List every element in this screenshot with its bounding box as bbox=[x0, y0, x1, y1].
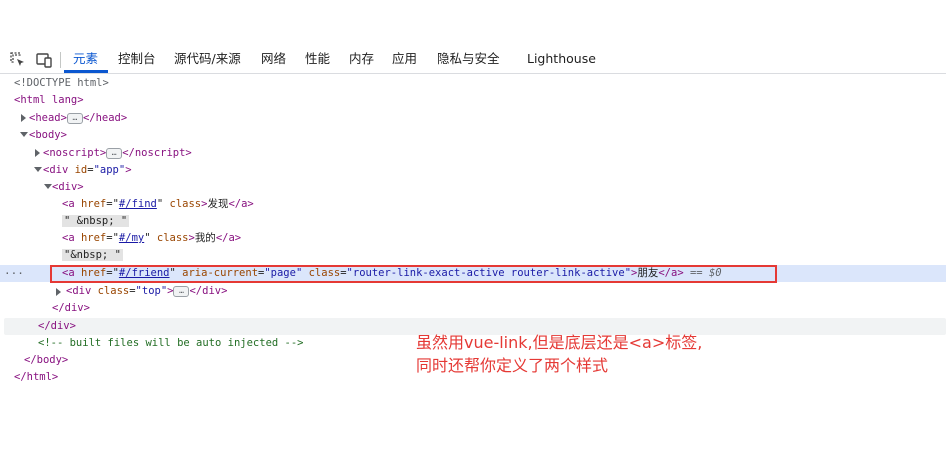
annotation-line-1: 虽然用vue-link,但是底层还是<a>标签, bbox=[416, 333, 703, 352]
collapsed-content-icon[interactable]: … bbox=[106, 147, 123, 159]
active-tab-indicator bbox=[64, 70, 108, 73]
expand-div-top-icon[interactable] bbox=[56, 288, 61, 296]
noscript-node[interactable]: <noscript>… </noscript> bbox=[43, 145, 192, 162]
tab-application[interactable]: 应用 bbox=[392, 46, 417, 72]
head-close-tag: </head> bbox=[82, 112, 128, 124]
tab-elements[interactable]: 元素 bbox=[73, 46, 98, 72]
annotation-line-2: 同时还帮你定义了两个样式 bbox=[416, 356, 609, 375]
nbsp-text-2: "&nbsp; " bbox=[62, 249, 123, 261]
div-app-attr: id bbox=[74, 164, 88, 176]
device-toolbar-icon[interactable] bbox=[35, 51, 53, 69]
div-top-node[interactable]: <div class="top">… </div> bbox=[66, 283, 227, 300]
doctype-node[interactable]: <!DOCTYPE html> bbox=[14, 75, 109, 92]
nbsp-text-node-2[interactable]: "&nbsp; " bbox=[62, 247, 123, 264]
tab-lighthouse[interactable]: Lighthouse bbox=[527, 46, 596, 72]
tab-memory[interactable]: 内存 bbox=[349, 46, 374, 72]
a-my-node[interactable]: <a href="#/my" class>我的</a> bbox=[62, 230, 241, 247]
div-close-node[interactable]: </div> bbox=[52, 300, 90, 317]
noscript-open-tag: <noscript> bbox=[43, 147, 107, 159]
annotation-note: 虽然用vue-link,但是底层还是<a>标签, 同时还帮你定义了两个样式 bbox=[416, 331, 776, 377]
top-blank-area bbox=[0, 0, 946, 46]
div-node[interactable]: <div> bbox=[52, 179, 84, 196]
collapse-body-icon[interactable] bbox=[20, 132, 28, 137]
a-my-href[interactable]: #/my bbox=[119, 232, 144, 244]
a-find-node[interactable]: <a href="#/find" class>发现</a> bbox=[62, 196, 254, 213]
div-app-close-node[interactable]: </div> bbox=[38, 318, 76, 335]
row-menu-ellipsis[interactable]: ··· bbox=[4, 265, 24, 282]
html-close-node[interactable]: </html> bbox=[14, 369, 58, 386]
collapse-div-icon[interactable] bbox=[44, 184, 52, 189]
highlight-box bbox=[50, 265, 777, 283]
nbsp-text: " &nbsp; " bbox=[62, 215, 130, 227]
html-node[interactable]: <html lang> bbox=[14, 92, 84, 109]
noscript-close-tag: </noscript> bbox=[122, 147, 192, 159]
devtools-toolbar: 元素 控制台 源代码/来源 网络 性能 内存 应用 隐私与安全 Lighthou… bbox=[0, 46, 946, 74]
tab-console[interactable]: 控制台 bbox=[118, 46, 156, 72]
div-app-val: "app" bbox=[93, 164, 126, 176]
collapsed-content-icon[interactable]: … bbox=[173, 285, 190, 297]
body-node[interactable]: <body> bbox=[29, 127, 67, 144]
tab-sources[interactable]: 源代码/来源 bbox=[174, 46, 241, 72]
a-find-href[interactable]: #/find bbox=[119, 198, 157, 210]
body-close-node[interactable]: </body> bbox=[24, 352, 68, 369]
nbsp-text-node[interactable]: " &nbsp; " bbox=[62, 213, 130, 230]
div-app-tag: <div bbox=[43, 164, 75, 176]
a-my-text: 我的 bbox=[194, 232, 216, 244]
div-app-node[interactable]: <div id="app"> bbox=[43, 162, 132, 179]
tab-privacy-security[interactable]: 隐私与安全 bbox=[437, 46, 500, 72]
collapsed-content-icon[interactable]: … bbox=[66, 112, 83, 124]
a-find-text: 发现 bbox=[207, 198, 229, 210]
tab-performance[interactable]: 性能 bbox=[305, 46, 330, 72]
collapse-div-app-icon[interactable] bbox=[34, 167, 42, 172]
tab-network[interactable]: 网络 bbox=[261, 46, 286, 72]
expand-noscript-icon[interactable] bbox=[35, 149, 40, 157]
toolbar-separator bbox=[60, 52, 61, 68]
comment-node[interactable]: <!-- built files will be auto injected -… bbox=[38, 335, 304, 352]
div-top-val: "top" bbox=[135, 285, 168, 297]
inspect-element-icon[interactable] bbox=[9, 51, 27, 69]
head-open-tag: <head> bbox=[29, 112, 67, 124]
expand-head-icon[interactable] bbox=[21, 114, 26, 122]
head-node[interactable]: <head>… </head> bbox=[29, 110, 127, 127]
